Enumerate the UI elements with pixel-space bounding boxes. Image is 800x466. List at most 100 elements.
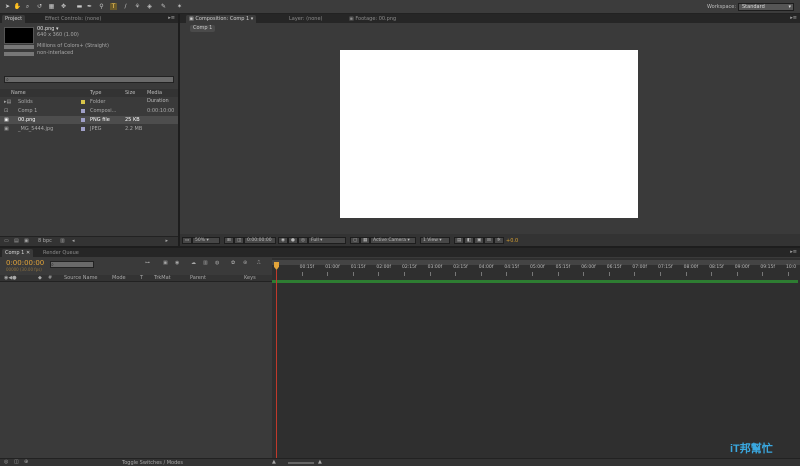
work-area-range[interactable] [272, 280, 798, 283]
workspace-select[interactable]: Standard ▾ [738, 3, 794, 11]
list-item[interactable]: ▣ _MG_5444.jpg JPEG 2.2 MB [0, 125, 178, 133]
zoom-out-icon[interactable]: ▲ [272, 459, 276, 465]
show-snapshot-icon[interactable]: ● [288, 237, 298, 244]
col-trkmat[interactable]: TrkMat [154, 275, 171, 281]
view-layout-select[interactable]: 1 View ▾ [420, 237, 450, 244]
col-t[interactable]: T [140, 275, 143, 281]
current-time-indicator[interactable] [276, 270, 277, 458]
modes-icon[interactable]: ⊕ [24, 459, 28, 465]
tab-composition[interactable]: ▣ Composition: Comp 1 ▾ [186, 15, 257, 23]
channel-icon[interactable]: ◎ [298, 237, 308, 244]
panel-menu-icon[interactable]: ▸≡ [790, 249, 797, 255]
collapse-icon[interactable]: ◫ [14, 459, 19, 465]
tab-project[interactable]: Project [2, 15, 26, 23]
list-item[interactable]: ⊡ Comp 1 Composi... 0:00:10:00 [0, 107, 178, 115]
pin-tool-icon[interactable]: ⚲ [98, 3, 105, 10]
search-input[interactable]: ⌕ [4, 76, 174, 83]
ruler-tick-mark [583, 272, 585, 276]
comp-mini-flowchart-icon[interactable]: ⊶ [145, 260, 150, 266]
comp-navigator-tab[interactable]: Comp 1 [190, 25, 216, 32]
tab-render-queue[interactable]: Render Queue [40, 249, 82, 257]
timecode-display[interactable]: 0:00:00:00 [244, 237, 276, 244]
flowchart-icon[interactable]: ⊟ [484, 237, 494, 244]
snapshot-icon[interactable]: ◉ [278, 237, 288, 244]
col-size[interactable]: Size [125, 89, 135, 97]
hand-tool-icon[interactable]: ✋ [14, 3, 21, 10]
col-mode[interactable]: Mode [112, 275, 126, 281]
tab-footage[interactable]: ▣ Footage: 00.png [346, 15, 399, 23]
pen-tool-icon[interactable]: ✒ [86, 3, 93, 10]
interpret-footage-icon[interactable]: ▭ [4, 238, 9, 244]
draft-3d-icon[interactable]: ◉ [175, 260, 179, 266]
exposure-value[interactable]: +0.0 [506, 238, 518, 244]
col-number[interactable]: # [48, 275, 52, 281]
label-color-swatch[interactable] [81, 109, 85, 113]
new-folder-icon[interactable]: ▤ [14, 238, 19, 244]
mask-tool-icon[interactable]: ▬ [76, 3, 83, 10]
timeline-tracks[interactable]: 0f00:15f01:00f01:15f02:00f02:15f03:00f03… [272, 258, 800, 458]
av-switches-icon[interactable]: ◉◀● [4, 275, 17, 281]
eraser-tool-icon[interactable]: ◈ [146, 3, 153, 10]
transparency-grid-icon[interactable]: ▦ [360, 237, 371, 244]
auto-keyframe-icon[interactable]: ⊛ [243, 260, 247, 266]
hide-shy-icon[interactable]: ☁ [191, 260, 196, 266]
tab-comp1[interactable]: Comp 1 ✕ [2, 249, 34, 257]
camera-tool-icon[interactable]: ▦ [48, 3, 55, 10]
roi-icon[interactable]: ▢ [350, 237, 361, 244]
composition-canvas[interactable] [340, 50, 638, 218]
label-color-swatch[interactable] [81, 100, 85, 104]
col-parent[interactable]: Parent [190, 275, 206, 281]
col-type[interactable]: Type [90, 89, 101, 97]
list-item[interactable]: ▸▤ Solids Folder [0, 98, 178, 106]
brush-tool-icon[interactable]: ∕ [122, 3, 129, 10]
motion-blur-icon[interactable]: ◍ [215, 260, 219, 266]
toggle-switches-modes[interactable]: Toggle Switches / Modes [122, 460, 183, 466]
roto-brush-tool-icon[interactable]: ✎ [160, 3, 167, 10]
expand-icon[interactable]: ◎ [4, 459, 8, 465]
layer-search-input[interactable]: ⌕ [50, 261, 94, 268]
brainstorm-icon[interactable]: ✿ [231, 260, 235, 266]
panel-menu-icon[interactable]: ▸≡ [168, 15, 175, 21]
frame-blending-icon[interactable]: ▥ [203, 260, 208, 266]
text-tool-icon[interactable]: T [110, 3, 117, 10]
live-update-icon[interactable]: ▣ [163, 260, 168, 266]
col-source-name[interactable]: Source Name [64, 275, 98, 281]
current-timecode[interactable]: 0:00:00:00 [6, 259, 44, 267]
tab-effect-controls[interactable]: Effect Controls: (none) [42, 15, 104, 23]
camera-select[interactable]: Active Camera ▾ [370, 237, 416, 244]
resolution-select[interactable]: Full ▾ [308, 237, 346, 244]
zoom-select[interactable]: 50% ▾ [192, 237, 220, 244]
pixel-aspect-icon[interactable]: ▤ [454, 237, 465, 244]
new-comp-icon[interactable]: ▣ [24, 238, 29, 244]
safe-zones-icon[interactable]: ⊞ [224, 237, 234, 244]
mask-visibility-icon[interactable]: ◫ [234, 237, 245, 244]
exposure-icon[interactable]: ✲ [494, 237, 504, 244]
label-color-swatch[interactable] [81, 127, 85, 131]
ruler-tick-label: 05:15f [555, 265, 571, 270]
scroll-right-icon[interactable]: ▸ [165, 238, 168, 244]
label-color-swatch[interactable] [81, 118, 85, 122]
always-preview-icon[interactable]: ▭ [182, 237, 193, 244]
bpc-label[interactable]: 8 bpc [38, 238, 52, 244]
puppet-tool-icon[interactable]: ✶ [176, 3, 183, 10]
label-icon[interactable]: ◆ [38, 275, 42, 281]
fast-preview-icon[interactable]: ◧ [464, 237, 475, 244]
pan-behind-tool-icon[interactable]: ✥ [60, 3, 67, 10]
clone-stamp-tool-icon[interactable]: ⚘ [134, 3, 141, 10]
panel-menu-icon[interactable]: ▸≡ [790, 15, 797, 21]
list-item[interactable]: ▣ 00.png PNG file 25 KB [0, 116, 178, 124]
ruler-tick-mark [660, 272, 661, 276]
trash-icon[interactable]: ▥ [60, 238, 65, 244]
scroll-left-icon[interactable]: ◂ [72, 238, 75, 244]
col-keys[interactable]: Keys [244, 275, 256, 281]
zoom-tool-icon[interactable]: ⌕ [24, 3, 31, 10]
zoom-slider[interactable] [288, 462, 314, 464]
rotation-tool-icon[interactable]: ↺ [36, 3, 43, 10]
timeline-icon[interactable]: ▣ [474, 237, 485, 244]
col-name[interactable]: Name [11, 89, 26, 97]
tab-layer[interactable]: Layer: (none) [286, 15, 326, 23]
graph-editor-icon[interactable]: ⎍ [257, 260, 261, 266]
ruler-tick-label: 00:15f [299, 265, 315, 270]
zoom-in-icon[interactable]: ▲ [318, 459, 322, 465]
selection-tool-icon[interactable]: ➤ [4, 3, 11, 10]
